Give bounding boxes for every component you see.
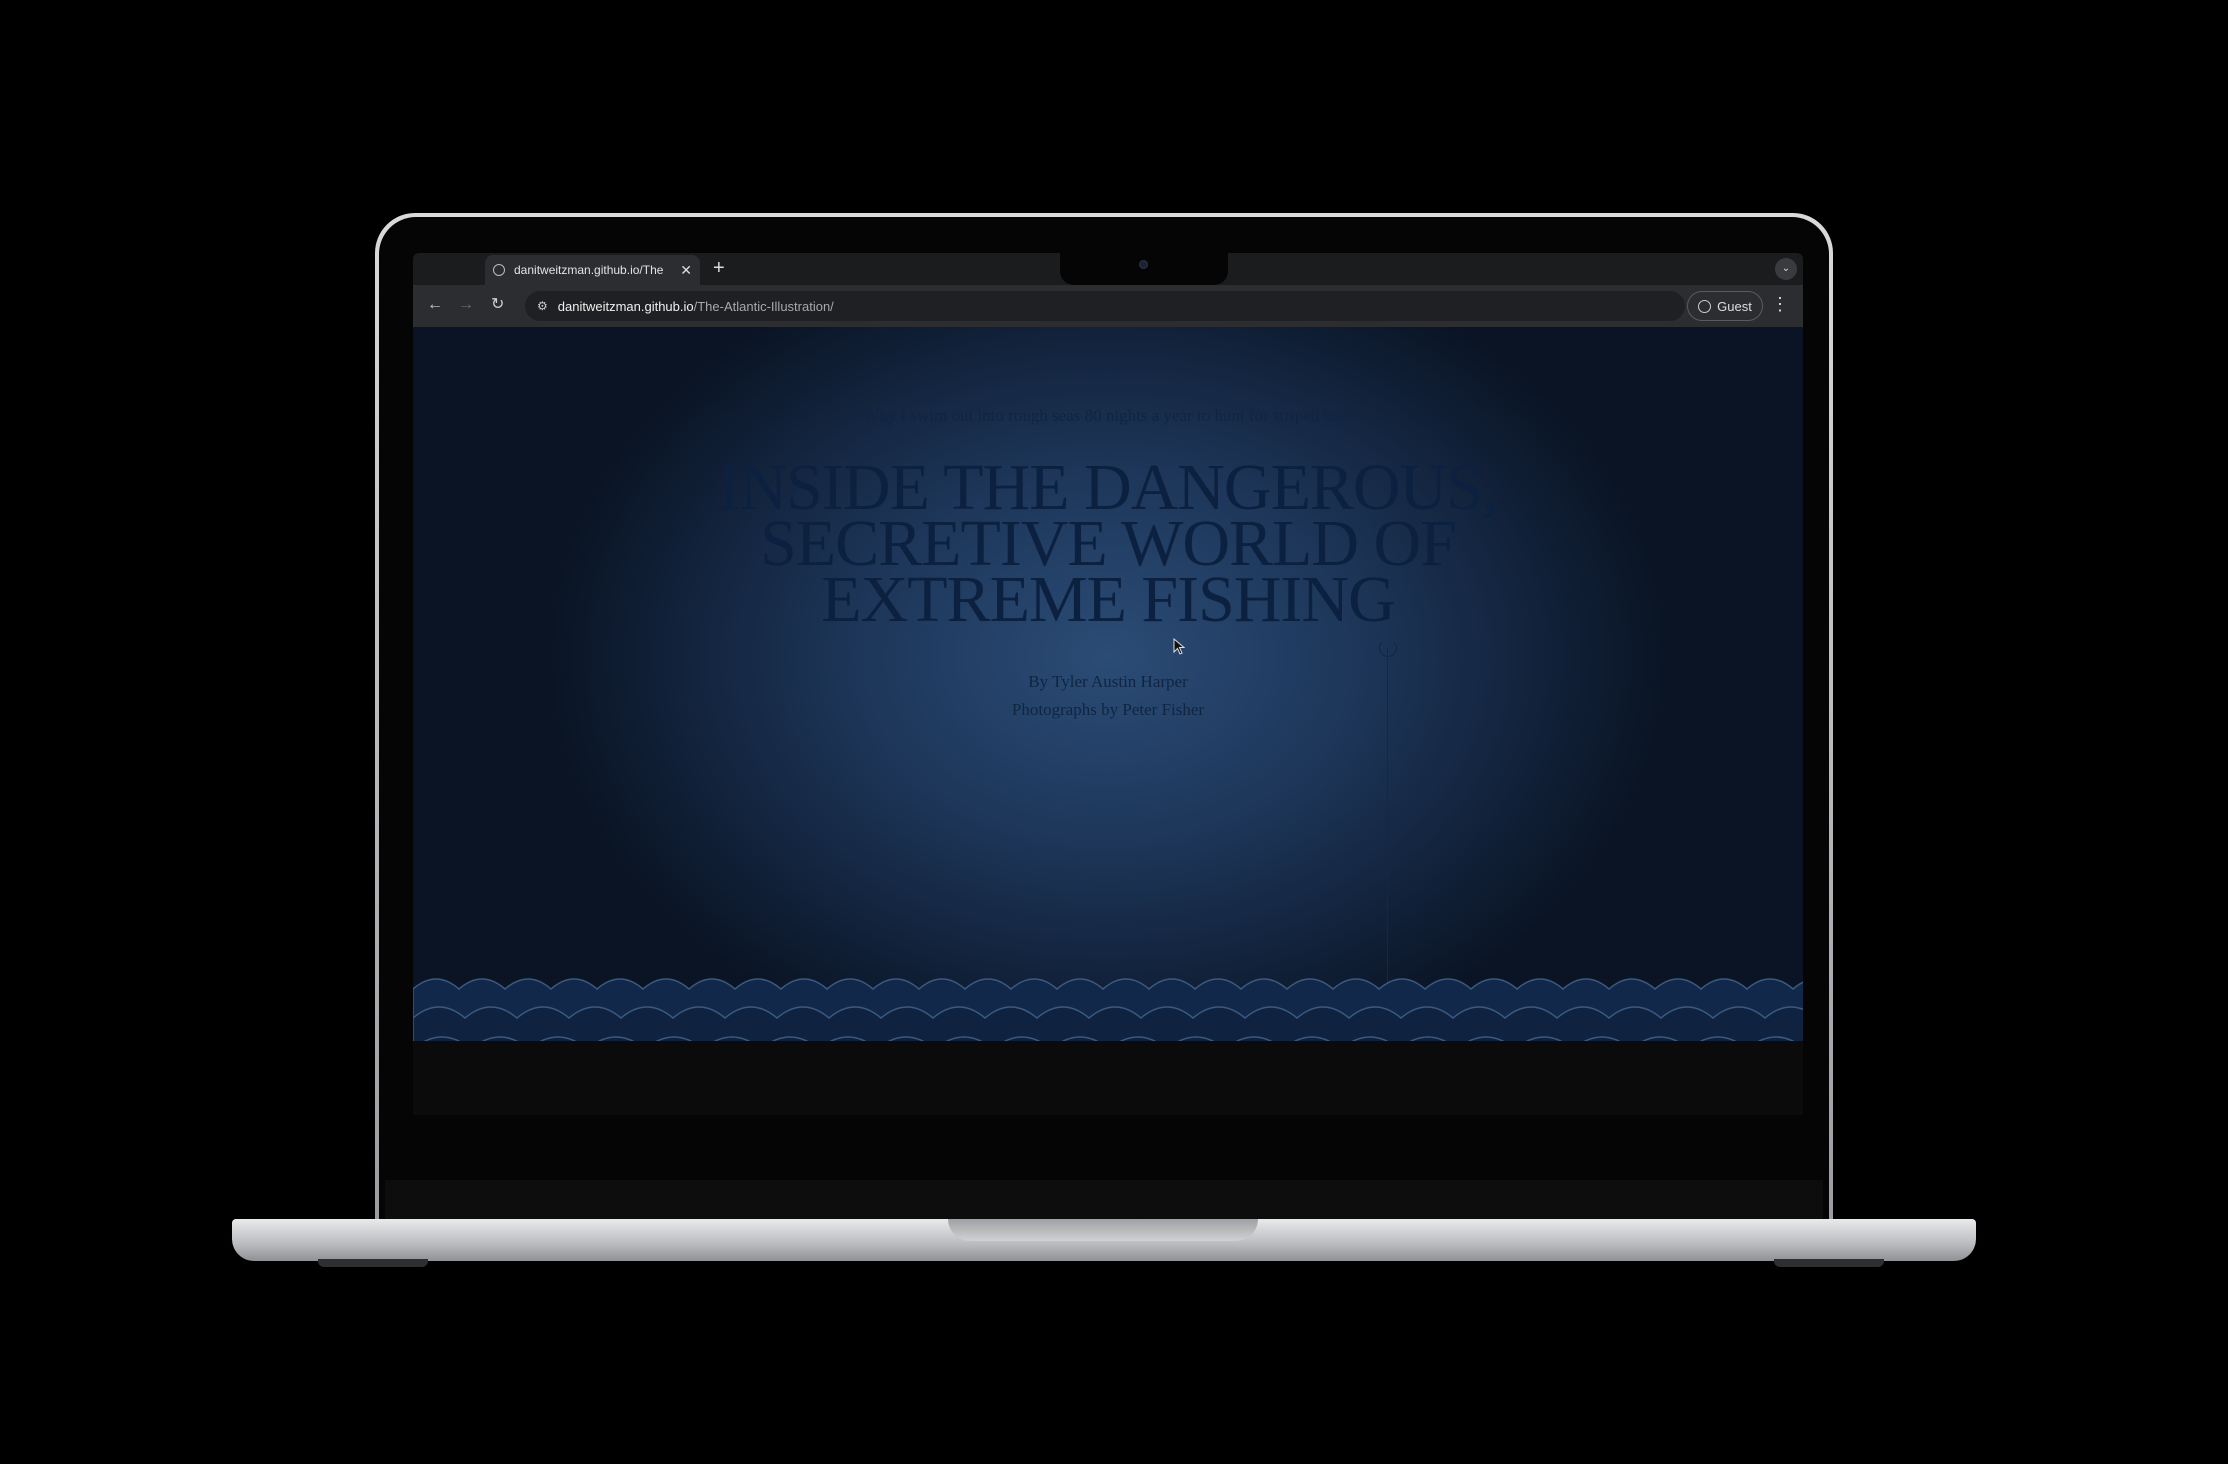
reload-icon[interactable]: ↻ [491,295,504,315]
more-menu-icon[interactable]: ⋮ [1771,294,1789,314]
site-settings-icon[interactable]: ⚙ [537,299,548,313]
laptop-lid: danitweitzman.github.io/The ✕ + ⌄ ← → ↻ … [375,213,1833,1223]
headline-line-3: EXTREME FISHING [821,563,1396,636]
address-bar[interactable]: ⚙ danitweitzman.github.io/The-Atlantic-I… [525,291,1685,321]
article-byline: By Tyler Austin Harper [1028,672,1188,691]
profile-button[interactable]: Guest [1687,291,1763,321]
camera-notch [1060,253,1228,285]
photo-credit: Photographs by Peter Fisher [1011,700,1205,719]
url-host: danitweitzman.github.io [557,298,694,314]
screen-bottom-area [413,1041,1803,1115]
profile-label: Guest [1717,298,1752,314]
mouse-cursor-icon [1173,638,1186,655]
laptop-foot-right [1774,1259,1884,1267]
url-path: /The-Atlantic-Illustration/ [693,298,834,314]
laptop-hinge [385,1180,1823,1220]
globe-icon [493,264,505,276]
tab-title: danitweitzman.github.io/The [514,263,664,277]
article-dek: Why I swim out into rough seas 80 nights… [863,406,1353,425]
browser-screen: danitweitzman.github.io/The ✕ + ⌄ ← → ↻ … [413,253,1803,1115]
laptop-opening-notch [948,1219,1258,1241]
new-tab-button[interactable]: + [713,258,725,278]
browser-toolbar: ← → ↻ ⚙ danitweitzman.github.io/The-Atla… [413,285,1803,327]
article-headline: INSIDE THE DANGEROUS, SECRETIVE WORLD OF… [608,455,1608,636]
laptop-foot-left [318,1259,428,1267]
close-tab-icon[interactable]: ✕ [680,262,692,279]
forward-arrow-icon[interactable]: → [458,295,474,315]
browser-tab-active[interactable]: danitweitzman.github.io/The ✕ [485,255,700,285]
profile-icon [1698,299,1712,313]
page-viewport[interactable]: Why I swim out into rough seas 80 nights… [413,327,1803,1115]
tab-search-chevron-icon[interactable]: ⌄ [1775,258,1797,280]
laptop-bezel: danitweitzman.github.io/The ✕ + ⌄ ← → ↻ … [379,217,1829,1223]
camera-icon [1139,260,1148,269]
laptop-mockup-scene: danitweitzman.github.io/The ✕ + ⌄ ← → ↻ … [0,0,2228,1464]
back-arrow-icon[interactable]: ← [427,295,443,315]
fishing-line [1387,647,1388,1019]
fishing-hook-icon [1379,639,1397,657]
